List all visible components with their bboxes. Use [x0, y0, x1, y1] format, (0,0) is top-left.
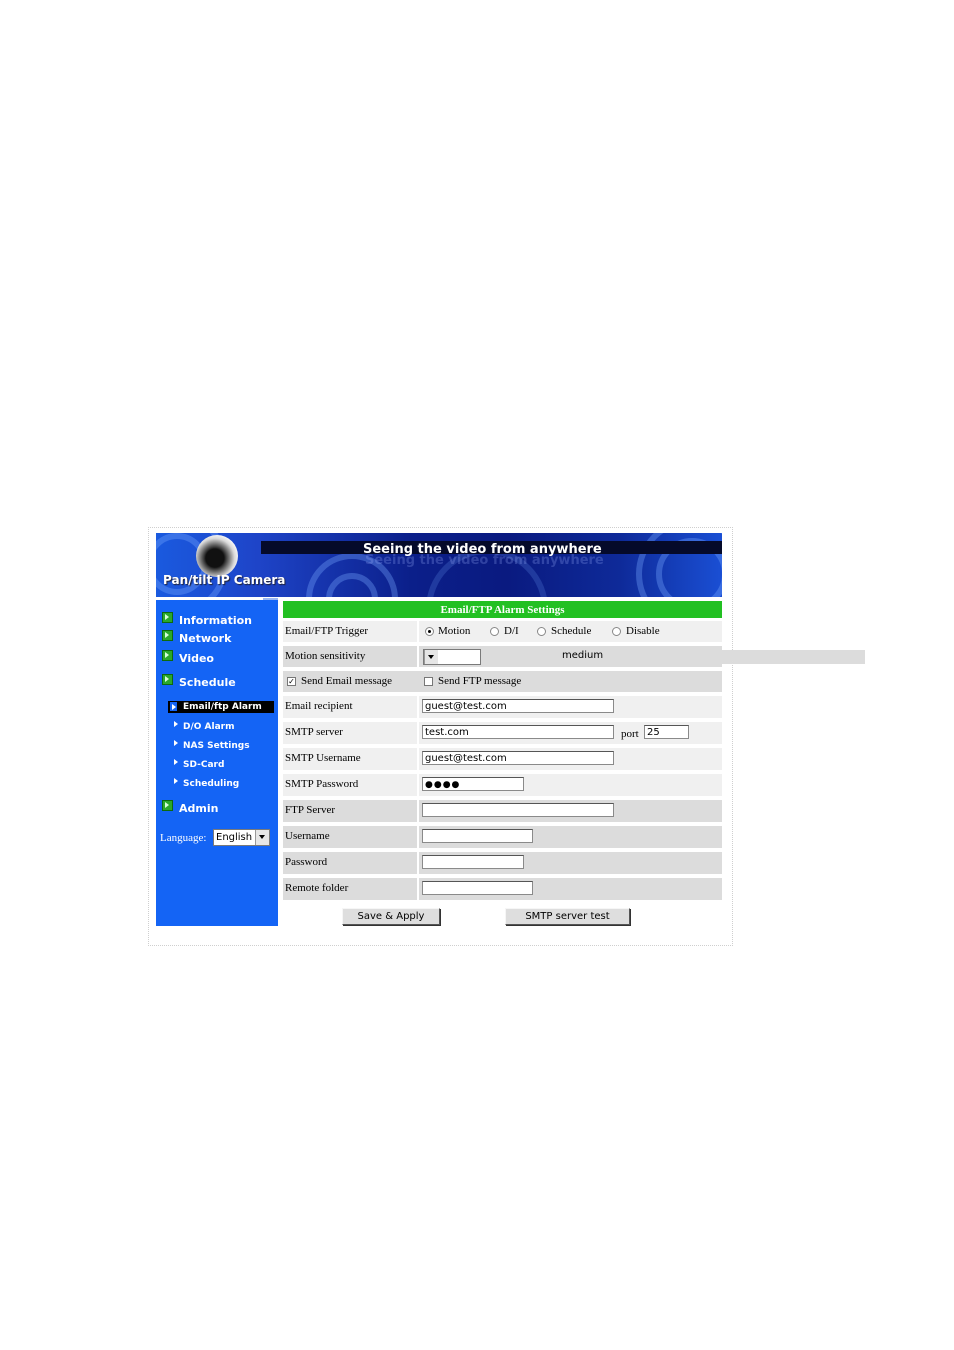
sidebar-item-schedule[interactable]: Schedule: [162, 674, 236, 689]
ftp-password-label: Password: [285, 856, 328, 868]
remote-folder-label: Remote folder: [285, 882, 349, 894]
smtp-password-input[interactable]: ●●●●: [422, 777, 524, 791]
banner-subtitle: Pan/tilt IP Camera: [163, 573, 286, 587]
sidebar-item-admin[interactable]: Admin: [162, 800, 219, 815]
motion-sensitivity-row: Motion sensitivity medium: [283, 646, 865, 667]
arrow-right-icon: [174, 759, 178, 765]
green-arrow-icon: [162, 674, 173, 685]
ftp-password-input[interactable]: [422, 855, 524, 869]
trigger-option-label: D/I: [504, 625, 519, 637]
language-select-value: English: [216, 832, 253, 843]
sidebar-subitem-do-alarm[interactable]: D/O Alarm: [174, 721, 235, 732]
green-arrow-icon: [162, 800, 173, 811]
ftp-server-input[interactable]: [422, 803, 614, 817]
sidebar-subitem-label: SD-Card: [183, 760, 225, 770]
send-email-label: Send Email message: [301, 675, 393, 687]
sidebar-item-video[interactable]: Video: [162, 650, 214, 665]
header-banner: Seeing the video from anywhere Seeing th…: [156, 533, 722, 597]
motion-sensitivity-label: Motion sensitivity: [285, 650, 366, 662]
ftp-server-row: FTP Server: [283, 800, 722, 822]
trigger-option-label: Motion: [438, 625, 471, 637]
ftp-username-row: Username: [283, 826, 722, 848]
motion-sensitivity-value: medium: [560, 650, 865, 664]
send-options-row: ✓ Send Email message Send FTP message: [283, 671, 722, 692]
trigger-radio-di[interactable]: [490, 627, 499, 636]
trigger-radio-disable[interactable]: [612, 627, 621, 636]
sidebar-item-label: Information: [179, 614, 252, 627]
green-arrow-icon: [162, 650, 173, 661]
arrow-right-icon: [174, 721, 178, 727]
trigger-option-label: Schedule: [551, 625, 592, 637]
sidebar-subitem-label: D/O Alarm: [183, 722, 235, 732]
port-label: port: [621, 728, 639, 740]
motion-sensitivity-select[interactable]: medium: [423, 649, 865, 665]
green-arrow-icon: [162, 630, 173, 641]
port-input[interactable]: 25: [644, 725, 689, 739]
sidebar-item-information[interactable]: Information: [162, 612, 252, 627]
sidebar: Information Network Video Schedule Email…: [156, 600, 278, 926]
email-recipient-input[interactable]: guest@test.com: [422, 699, 614, 713]
sidebar-item-label: Video: [179, 652, 214, 665]
trigger-radio-schedule[interactable]: [537, 627, 546, 636]
arrow-right-icon: [174, 778, 178, 784]
arrow-right-icon: [170, 701, 177, 711]
email-recipient-label: Email recipient: [285, 700, 353, 712]
trigger-row: Email/FTP Trigger Motion D/I Schedule Di…: [283, 621, 722, 642]
sidebar-subitem-label: NAS Settings: [183, 741, 250, 751]
ftp-username-label: Username: [285, 830, 330, 842]
send-ftp-label: Send FTP message: [438, 675, 522, 687]
sidebar-item-label: Admin: [179, 802, 219, 815]
ftp-username-input[interactable]: [422, 829, 533, 843]
language-label: Language:: [160, 832, 207, 844]
send-email-checkbox[interactable]: ✓: [287, 677, 296, 686]
ftp-server-label: FTP Server: [285, 804, 336, 816]
trigger-option-label: Disable: [626, 625, 660, 637]
smtp-password-label: SMTP Password: [285, 778, 359, 790]
arrow-right-icon: [174, 740, 178, 746]
sidebar-subitem-scheduling[interactable]: Scheduling: [174, 778, 240, 789]
sidebar-item-label: Schedule: [179, 676, 236, 689]
sidebar-item-network[interactable]: Network: [162, 630, 232, 645]
email-recipient-row: Email recipient guest@test.com: [283, 696, 722, 718]
remote-folder-input[interactable]: [422, 881, 533, 895]
smtp-username-input[interactable]: guest@test.com: [422, 751, 614, 765]
camera-logo-icon: [196, 535, 238, 577]
form-title: Email/FTP Alarm Settings: [283, 601, 722, 618]
green-arrow-icon: [162, 612, 173, 623]
smtp-username-label: SMTP Username: [285, 752, 361, 764]
trigger-label: Email/FTP Trigger: [285, 625, 369, 637]
smtp-server-row: SMTP server test.com port 25: [283, 722, 722, 744]
smtp-password-row: SMTP Password ●●●●: [283, 774, 722, 796]
chevron-down-icon: [424, 650, 438, 664]
sidebar-subitem-nas-settings[interactable]: NAS Settings: [174, 740, 250, 751]
smtp-server-label: SMTP server: [285, 726, 343, 738]
sidebar-subitem-sd-card[interactable]: SD-Card: [174, 759, 225, 770]
smtp-test-button[interactable]: SMTP server test: [505, 908, 630, 925]
remote-folder-row: Remote folder: [283, 878, 722, 900]
language-select[interactable]: English: [213, 829, 270, 846]
send-ftp-checkbox[interactable]: [424, 677, 433, 686]
sidebar-subitem-label: Scheduling: [183, 779, 240, 789]
ftp-password-row: Password: [283, 852, 722, 874]
sidebar-subitem-email-ftp-alarm[interactable]: Email/ftp Alarm: [168, 701, 274, 713]
sidebar-subitem-label: Email/ftp Alarm: [183, 702, 262, 712]
smtp-username-row: SMTP Username guest@test.com: [283, 748, 722, 770]
banner-title-reflection: Seeing the video from anywhere: [365, 553, 604, 568]
save-apply-button[interactable]: Save & Apply: [342, 908, 440, 925]
trigger-radio-motion[interactable]: [425, 627, 434, 636]
sidebar-item-label: Network: [179, 632, 232, 645]
chevron-down-icon: [255, 830, 269, 845]
smtp-server-input[interactable]: test.com: [422, 725, 614, 739]
